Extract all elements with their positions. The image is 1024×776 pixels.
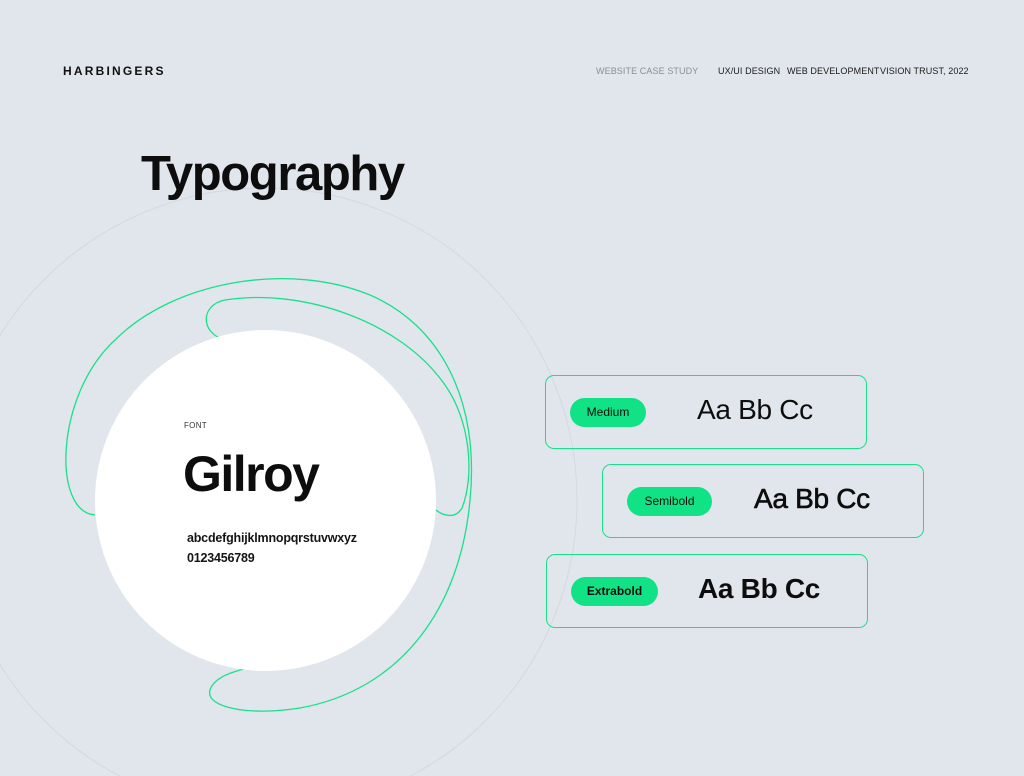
section-title: Typography bbox=[141, 147, 405, 201]
brand-logo[interactable]: HARBINGERS bbox=[63, 64, 166, 78]
weight-sample-extrabold: Aa Bb Cc bbox=[698, 573, 821, 604]
weight-sample-medium: Aa Bb Cc bbox=[697, 394, 813, 425]
font-label: FONT bbox=[184, 421, 207, 430]
nav-ux-ui-design[interactable]: UX/UI DESIGN bbox=[718, 66, 780, 76]
weight-card-extrabold: Extrabold Aa Bb Cc bbox=[546, 554, 868, 628]
font-name: Gilroy bbox=[183, 446, 320, 502]
font-alphabet: abcdefghijklmnopqrstuvwxyz bbox=[187, 531, 357, 545]
weight-sample-semibold: Aa Bb Cc bbox=[754, 483, 871, 515]
case-study-page: HARBINGERS WEBSITE CASE STUDY UX/UI DESI… bbox=[0, 0, 1024, 776]
weight-card-semibold: Semibold Aa Bb Cc bbox=[602, 464, 924, 538]
nav-client-year[interactable]: VISION TRUST, 2022 bbox=[880, 66, 969, 76]
nav-web-development[interactable]: WEB DEVELOPMENT bbox=[787, 66, 880, 76]
weight-pill-semibold: Semibold bbox=[627, 487, 712, 516]
font-digits: 0123456789 bbox=[187, 551, 255, 565]
weight-card-medium: Medium Aa Bb Cc bbox=[545, 375, 867, 449]
weight-pill-medium: Medium bbox=[570, 398, 646, 427]
weight-pill-extrabold: Extrabold bbox=[571, 577, 658, 606]
nav-case-study[interactable]: WEBSITE CASE STUDY bbox=[596, 66, 698, 76]
